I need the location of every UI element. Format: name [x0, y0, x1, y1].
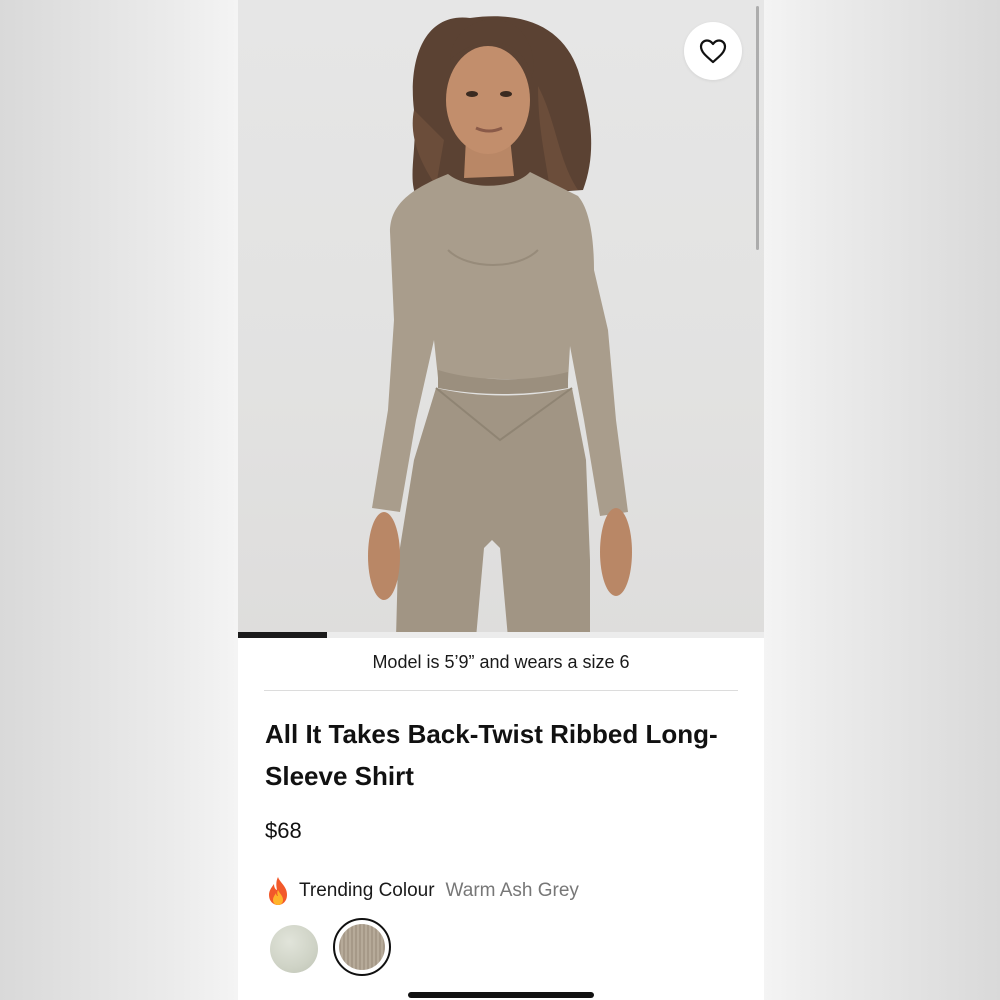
product-detail-screen: Model is 5’9” and wears a size 6 All It … — [238, 0, 764, 1000]
heart-outline-icon — [699, 39, 727, 64]
gallery-scrollbar[interactable] — [756, 6, 759, 250]
product-title: All It Takes Back-Twist Ribbed Long-Slee… — [265, 719, 718, 791]
trending-colour-row: Trending Colour Warm Ash Grey — [265, 876, 579, 906]
swatch-warm-ash-grey[interactable] — [333, 918, 391, 976]
product-image-gallery[interactable] — [238, 0, 764, 638]
swatch-sage[interactable] — [270, 925, 318, 973]
product-photo — [368, 16, 632, 638]
gallery-progress-fill — [238, 632, 328, 638]
home-indicator[interactable] — [408, 992, 594, 998]
swatch-warm-ash-grey-fill — [339, 924, 385, 970]
colour-swatches — [268, 918, 468, 980]
trending-label: Trending Colour — [299, 880, 435, 901]
divider — [264, 690, 738, 691]
gallery-progress-bar — [238, 632, 764, 638]
selected-colour-name: Warm Ash Grey — [445, 880, 579, 901]
fire-icon — [269, 877, 287, 905]
model-info: Model is 5’9” and wears a size 6 — [372, 652, 630, 672]
product-price: $68 — [265, 818, 302, 843]
favorite-button[interactable] — [684, 22, 742, 80]
